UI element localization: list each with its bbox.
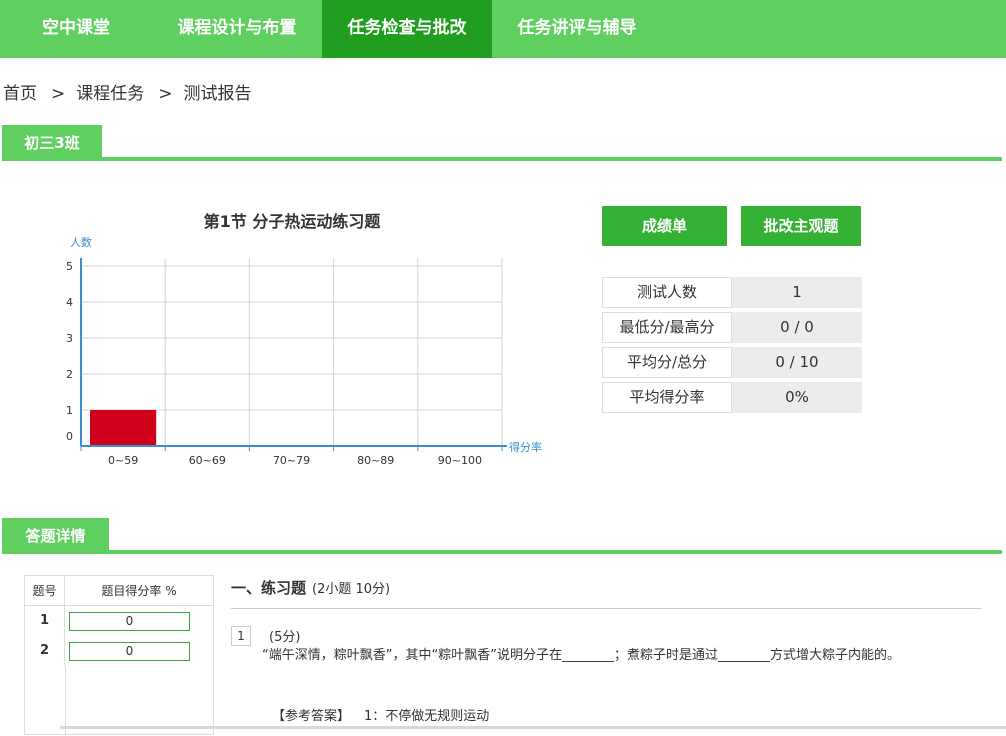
- stat-value-avg-total: 0 / 10: [732, 347, 862, 378]
- stat-value-avg-rate: 0%: [732, 382, 862, 413]
- x-tick-label: 90~100: [438, 454, 482, 467]
- section-subtitle: (2小题 10分): [312, 582, 391, 597]
- reference-answer-text: 1：不停做无规则运动: [364, 709, 490, 724]
- question-rate: 0: [69, 611, 190, 631]
- table-row[interactable]: 1 0: [25, 606, 213, 636]
- stat-label-avg-rate: 平均得分率: [602, 382, 732, 413]
- chart-title: 第1节 分子热运动练习题: [204, 212, 382, 231]
- y-axis-label: 人数: [70, 236, 92, 249]
- breadcrumb: 首页 > 课程任务 > 测试报告: [3, 79, 252, 104]
- y-tick-label: 3: [66, 332, 73, 345]
- question-text: “端午深情，粽叶飘香”，其中“粽叶飘香”说明分子在________；煮粽子时是通…: [262, 648, 900, 663]
- stat-value-min-max: 0 / 0: [732, 312, 862, 343]
- stat-label-min-max: 最低分/最高分: [602, 312, 732, 343]
- y-tick-label: 2: [66, 368, 73, 381]
- answer-rate-table: 题号 题目得分率 % 1 0 2 0: [24, 575, 214, 736]
- stats-row: 平均得分率 0%: [602, 382, 862, 413]
- y-tick-label: 1: [66, 404, 73, 417]
- grades-button[interactable]: 成绩单: [602, 206, 727, 246]
- stats-row: 平均分/总分 0 / 10: [602, 347, 862, 378]
- question-number-badge: 1: [231, 626, 251, 646]
- x-tick-label: 80~89: [357, 454, 394, 467]
- column-header-number: 题号: [25, 576, 65, 605]
- breadcrumb-separator: >: [158, 84, 173, 104]
- top-nav: 空中课堂 课程设计与布置 任务检查与批改 任务讲评与辅导: [0, 0, 1006, 58]
- class-tab[interactable]: 初三3班: [2, 125, 102, 161]
- y-tick-labels: 0 1 2 3 4 5: [66, 260, 73, 443]
- reference-answer-label: 【参考答案】: [272, 709, 351, 724]
- table-row[interactable]: 2 0: [25, 636, 213, 666]
- breadcrumb-home[interactable]: 首页: [3, 84, 37, 104]
- table-header: 题号 题目得分率 %: [25, 576, 213, 606]
- stat-value-test-count: 1: [732, 277, 862, 308]
- column-header-rate: 题目得分率 %: [101, 584, 177, 598]
- details-tab[interactable]: 答题详情: [2, 518, 109, 554]
- x-tick-labels: 0~59 60~69 70~79 80~89 90~100: [108, 454, 482, 467]
- nav-item-air-classroom[interactable]: 空中课堂: [0, 0, 152, 58]
- question-rate: 0: [69, 641, 190, 661]
- y-tick-label: 5: [66, 260, 73, 273]
- details-tab-underline: [2, 550, 1002, 554]
- question-number: 2: [25, 636, 65, 666]
- question-section-title: 一、练习题 (2小题 10分): [231, 577, 390, 598]
- y-tick-label: 4: [66, 296, 73, 309]
- nav-item-course-design[interactable]: 课程设计与布置: [152, 0, 322, 58]
- breadcrumb-course-tasks[interactable]: 课程任务: [76, 84, 144, 104]
- stats-table: 测试人数 1 最低分/最高分 0 / 0 平均分/总分 0 / 10 平均得分率…: [602, 277, 862, 417]
- stats-row: 最低分/最高分 0 / 0: [602, 312, 862, 343]
- x-tick-label: 70~79: [273, 454, 310, 467]
- breadcrumb-separator: >: [51, 84, 66, 104]
- chart-bars: [90, 410, 157, 446]
- breadcrumb-test-report: 测试报告: [183, 84, 252, 104]
- reference-answer: 【参考答案】 1：不停做无规则运动: [272, 705, 489, 724]
- stats-row: 测试人数 1: [602, 277, 862, 308]
- bar-0~59: [90, 410, 157, 446]
- nav-item-task-check[interactable]: 任务检查与批改: [322, 0, 492, 58]
- section-divider: [231, 608, 981, 609]
- stat-label-test-count: 测试人数: [602, 277, 732, 308]
- score-distribution-chart: 第1节 分子热运动练习题 人数 得分率 0 1 2 3 4 5 0~59 60~69 70~7…: [66, 212, 542, 467]
- y-tick-label: 0: [66, 430, 73, 443]
- class-tab-underline: [2, 157, 1002, 161]
- question-number: 1: [25, 606, 65, 636]
- grade-subjective-button[interactable]: 批改主观题: [741, 206, 861, 246]
- stat-label-avg-total: 平均分/总分: [602, 347, 732, 378]
- x-axis-label: 得分率: [509, 440, 542, 454]
- x-tick-label: 0~59: [108, 454, 138, 467]
- x-tick-label: 60~69: [189, 454, 226, 467]
- section-title: 一、练习题: [231, 579, 307, 597]
- nav-item-task-review[interactable]: 任务讲评与辅导: [492, 0, 662, 58]
- question-score: (5分): [269, 630, 301, 645]
